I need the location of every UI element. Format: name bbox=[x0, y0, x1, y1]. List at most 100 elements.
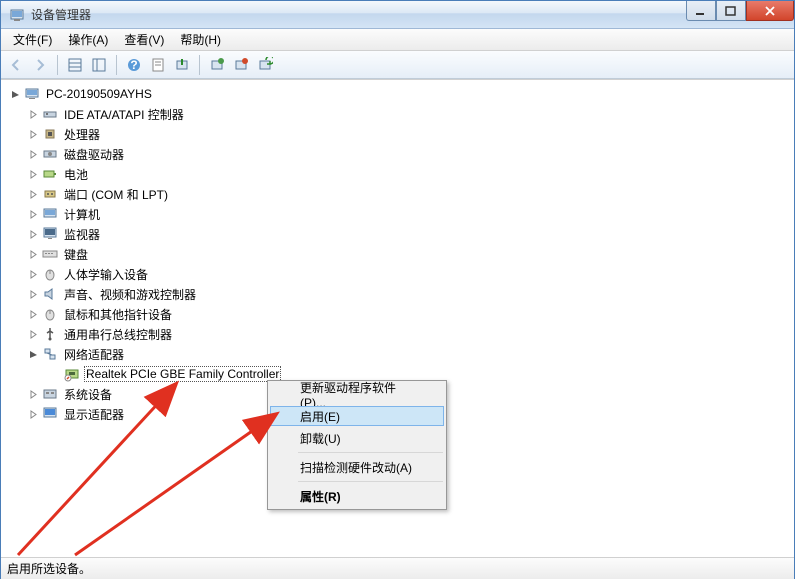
expand-icon[interactable] bbox=[27, 108, 39, 120]
menubar: 文件(F) 操作(A) 查看(V) 帮助(H) bbox=[1, 29, 794, 51]
category-icon bbox=[42, 286, 58, 302]
expand-icon[interactable] bbox=[27, 328, 39, 340]
tree-label: PC-20190509AYHS bbox=[44, 87, 154, 101]
scan-hardware-button[interactable] bbox=[254, 54, 276, 76]
properties-button[interactable] bbox=[147, 54, 169, 76]
list-view-button[interactable] bbox=[88, 54, 110, 76]
category-icon bbox=[42, 266, 58, 282]
tree-label: 人体学输入设备 bbox=[62, 266, 150, 283]
collapse-icon[interactable] bbox=[27, 348, 39, 360]
category-icon bbox=[42, 226, 58, 242]
statusbar: 启用所选设备。 bbox=[1, 557, 794, 579]
computer-icon bbox=[24, 86, 40, 102]
tree-category[interactable]: 人体学输入设备 bbox=[9, 264, 794, 284]
tree-category[interactable]: IDE ATA/ATAPI 控制器 bbox=[9, 104, 794, 124]
tree-label: 声音、视频和游戏控制器 bbox=[62, 286, 198, 303]
category-icon bbox=[42, 306, 58, 322]
ctx-enable[interactable]: 启用(E) bbox=[270, 406, 444, 426]
ctx-scan[interactable]: 扫描检测硬件改动(A) bbox=[270, 456, 444, 478]
ctx-separator bbox=[298, 481, 443, 482]
ctx-update-driver[interactable]: 更新驱动程序软件(P)... bbox=[270, 383, 444, 405]
expand-icon[interactable] bbox=[27, 308, 39, 320]
collapse-icon[interactable] bbox=[9, 88, 21, 100]
status-text: 启用所选设备。 bbox=[7, 560, 91, 577]
category-icon bbox=[42, 406, 58, 422]
uninstall-button[interactable] bbox=[230, 54, 252, 76]
tree-category[interactable]: 声音、视频和游戏控制器 bbox=[9, 284, 794, 304]
tree-root[interactable]: PC-20190509AYHS bbox=[9, 84, 794, 104]
category-icon bbox=[42, 146, 58, 162]
titlebar[interactable]: 设备管理器 bbox=[1, 1, 794, 29]
tree-label: 处理器 bbox=[62, 126, 102, 143]
tree-label: 鼠标和其他指针设备 bbox=[62, 306, 174, 323]
tree-category[interactable]: 监视器 bbox=[9, 224, 794, 244]
toolbar-separator bbox=[199, 55, 200, 75]
back-button[interactable] bbox=[5, 54, 27, 76]
expand-icon[interactable] bbox=[27, 128, 39, 140]
tree-category[interactable]: 网络适配器 bbox=[9, 344, 794, 364]
expand-icon[interactable] bbox=[27, 288, 39, 300]
category-icon bbox=[42, 166, 58, 182]
forward-button[interactable] bbox=[29, 54, 51, 76]
window-title: 设备管理器 bbox=[31, 6, 686, 23]
nic-disabled-icon bbox=[64, 366, 80, 382]
category-icon bbox=[42, 126, 58, 142]
category-icon bbox=[42, 326, 58, 342]
tree-label: 键盘 bbox=[62, 246, 90, 263]
menu-view[interactable]: 查看(V) bbox=[116, 29, 172, 50]
expand-icon[interactable] bbox=[27, 148, 39, 160]
tree-category[interactable]: 键盘 bbox=[9, 244, 794, 264]
svg-text:?: ? bbox=[130, 58, 137, 72]
category-icon bbox=[42, 246, 58, 262]
category-icon bbox=[42, 206, 58, 222]
category-icon bbox=[42, 346, 58, 362]
enable-button[interactable] bbox=[171, 54, 193, 76]
tree-label: 电池 bbox=[62, 166, 90, 183]
expand-icon[interactable] bbox=[27, 188, 39, 200]
menu-action[interactable]: 操作(A) bbox=[60, 29, 116, 50]
window-controls bbox=[686, 1, 794, 21]
update-driver-button[interactable] bbox=[206, 54, 228, 76]
tree-label: 计算机 bbox=[62, 206, 102, 223]
tree-label: 通用串行总线控制器 bbox=[62, 326, 174, 343]
tree-label: 监视器 bbox=[62, 226, 102, 243]
expand-icon[interactable] bbox=[27, 248, 39, 260]
menu-file[interactable]: 文件(F) bbox=[5, 29, 60, 50]
menu-help[interactable]: 帮助(H) bbox=[172, 29, 229, 50]
tree-category[interactable]: 处理器 bbox=[9, 124, 794, 144]
toolbar-separator bbox=[57, 55, 58, 75]
expand-icon[interactable] bbox=[27, 268, 39, 280]
expand-icon[interactable] bbox=[27, 208, 39, 220]
tree-category[interactable]: 电池 bbox=[9, 164, 794, 184]
expand-icon[interactable] bbox=[27, 228, 39, 240]
app-icon bbox=[9, 7, 25, 23]
expand-icon[interactable] bbox=[27, 388, 39, 400]
help-button[interactable]: ? bbox=[123, 54, 145, 76]
ctx-separator bbox=[298, 452, 443, 453]
ctx-uninstall[interactable]: 卸载(U) bbox=[270, 427, 444, 449]
category-icon bbox=[42, 386, 58, 402]
spacer bbox=[49, 368, 61, 380]
tree-label: 显示适配器 bbox=[62, 406, 126, 423]
toolbar: ? bbox=[1, 51, 794, 79]
tree-category[interactable]: 通用串行总线控制器 bbox=[9, 324, 794, 344]
tree-category[interactable]: 端口 (COM 和 LPT) bbox=[9, 184, 794, 204]
minimize-button[interactable] bbox=[686, 1, 716, 21]
tree-category[interactable]: 计算机 bbox=[9, 204, 794, 224]
tree-category[interactable]: 鼠标和其他指针设备 bbox=[9, 304, 794, 324]
close-button[interactable] bbox=[746, 1, 794, 21]
tree-label: IDE ATA/ATAPI 控制器 bbox=[62, 106, 186, 123]
detail-view-button[interactable] bbox=[64, 54, 86, 76]
tree-label: Realtek PCIe GBE Family Controller bbox=[84, 366, 281, 382]
tree-category[interactable]: 磁盘驱动器 bbox=[9, 144, 794, 164]
expand-icon[interactable] bbox=[27, 408, 39, 420]
tree-label: 网络适配器 bbox=[62, 346, 126, 363]
maximize-button[interactable] bbox=[716, 1, 746, 21]
toolbar-separator bbox=[116, 55, 117, 75]
expand-icon[interactable] bbox=[27, 168, 39, 180]
ctx-properties[interactable]: 属性(R) bbox=[270, 485, 444, 507]
context-menu: 更新驱动程序软件(P)... 启用(E) 卸载(U) 扫描检测硬件改动(A) 属… bbox=[267, 380, 447, 510]
category-icon bbox=[42, 106, 58, 122]
tree-label: 系统设备 bbox=[62, 386, 114, 403]
device-tree[interactable]: PC-20190509AYHS IDE ATA/ATAPI 控制器 处理器 磁盘… bbox=[1, 80, 794, 424]
